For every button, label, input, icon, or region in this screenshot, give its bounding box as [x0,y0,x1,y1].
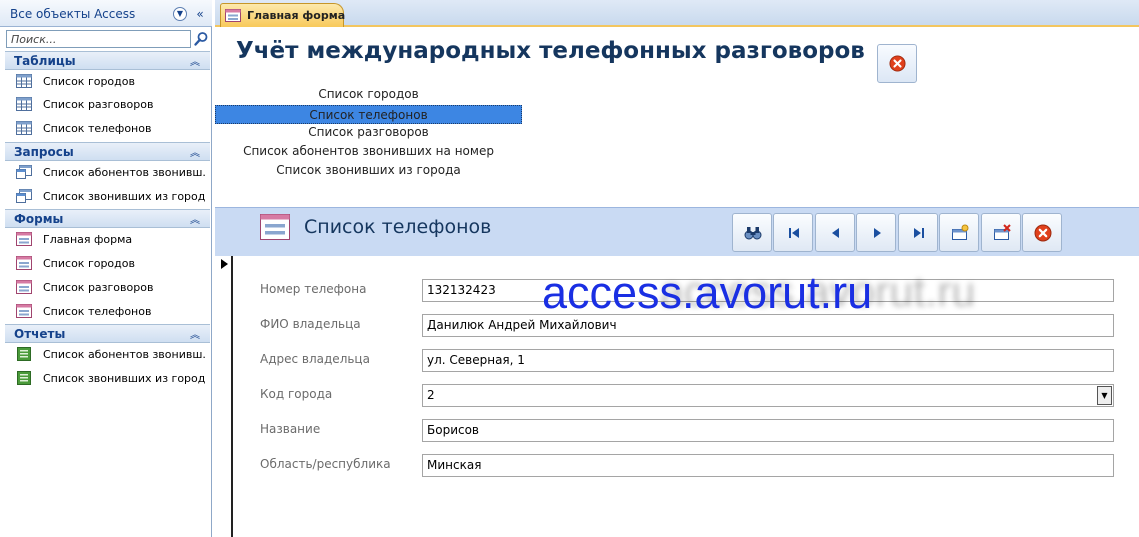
nav-item-table-phones[interactable]: Список телефонов [14,118,210,140]
nav-group-title: Отчеты [14,327,66,341]
close-form-button[interactable] [877,44,917,83]
form-icon [16,232,32,246]
last-record-icon [914,228,924,238]
field-label-address: Адрес владельца [260,352,370,366]
field-label-region: Область/республика [260,457,391,471]
nav-item-form-main[interactable]: Главная форма [14,229,210,251]
nav-item-form-cities[interactable]: Список городов [14,253,210,275]
nav-item-label: Список звонивших из города [43,190,206,203]
city-code-combo[interactable]: 2 ▼ [422,384,1114,407]
list-item[interactable]: Список разговоров [215,123,522,142]
field-label-phone: Номер телефона [260,282,367,296]
nav-group-forms[interactable]: Формы ︽ [5,209,210,228]
document-tab-bar: Главная форма [215,0,1139,27]
nav-title[interactable]: Все объекты Access [10,7,135,21]
chevron-up-icon[interactable]: ︽ [190,326,200,341]
nav-header: Все объекты Access ▼ « [0,0,212,27]
query-icon [16,165,32,179]
first-record-button[interactable] [773,213,813,252]
form-icon [16,280,32,294]
nav-item-table-cities[interactable]: Список городов [14,71,210,93]
nav-item-label: Список разговоров [43,98,154,111]
nav-item-label: Главная форма [43,233,133,246]
nav-item-form-calls[interactable]: Список разговоров [14,277,210,299]
find-button[interactable] [732,213,772,252]
current-record-icon [221,259,228,269]
find-icon [744,227,762,240]
search-icon[interactable] [193,31,209,47]
report-icon [17,371,31,385]
owner-address-field[interactable]: ул. Северная, 1 [422,349,1114,372]
nav-group-title: Таблицы [14,54,76,68]
close-subform-button[interactable] [1022,213,1062,252]
list-item[interactable]: Список городов [215,85,522,104]
last-record-button[interactable] [898,213,938,252]
chevron-circle-down-icon[interactable]: ▼ [173,7,187,21]
first-record-icon [789,228,799,238]
table-icon [16,121,32,135]
nav-item-label: Список абонентов звонивш... [43,166,206,179]
new-record-button[interactable] [939,213,979,252]
chevron-up-icon[interactable]: ︽ [190,53,200,68]
list-item-selected[interactable]: Список телефонов [215,105,522,124]
chevron-down-icon[interactable]: ▼ [1097,386,1112,405]
nav-group-title: Формы [14,212,64,226]
subform-header: Список телефонов [215,207,1139,256]
nav-item-label: Список разговоров [43,281,154,294]
field-label-city-code: Код города [260,387,333,401]
new-record-icon [952,224,969,240]
previous-record-icon [832,228,839,238]
nav-item-label: Список звонивших из города [43,372,206,385]
nav-group-title: Запросы [14,145,74,159]
nav-item-report-callers-city[interactable]: Список звонивших из города [14,368,210,390]
nav-item-query-subscribers[interactable]: Список абонентов звонивш... [14,162,210,184]
field-label-owner: ФИО владельца [260,317,361,331]
form-icon [16,304,32,318]
nav-item-form-phones[interactable]: Список телефонов [14,301,210,323]
work-area: Главная форма Учёт международных телефон… [215,0,1139,537]
tab-main-form[interactable]: Главная форма [220,3,346,27]
nav-item-label: Список городов [43,75,135,88]
previous-record-button[interactable] [815,213,855,252]
delete-record-button[interactable] [981,213,1021,252]
chevron-up-icon[interactable]: ︽ [190,211,200,226]
list-item[interactable]: Список абонентов звонивших на номер [215,142,522,161]
form-icon [16,256,32,270]
nav-group-reports[interactable]: Отчеты ︽ [5,324,210,343]
nav-item-query-callers-city[interactable]: Список звонивших из города [14,186,210,208]
record-selector[interactable] [215,256,233,537]
close-icon [889,55,906,72]
form-icon [260,214,290,240]
nav-item-label: Список абонентов звонивш... [43,348,206,361]
page-title: Учёт международных телефонных разговоров [236,38,865,64]
delete-record-icon [994,224,1011,240]
table-icon [16,74,32,88]
next-record-button[interactable] [856,213,896,252]
tab-label: Главная форма [247,9,346,22]
subform-title: Список телефонов [304,216,492,238]
query-icon [16,189,32,203]
nav-item-label: Список телефонов [43,122,152,135]
list-item[interactable]: Список звонивших из города [215,161,522,180]
watermark: access.avorut.ru [542,267,873,318]
nav-item-table-calls[interactable]: Список разговоров [14,94,210,116]
form-icon [225,9,241,22]
navigation-pane: Все объекты Access ▼ « Таблицы ︽ Список … [0,0,212,537]
double-chevron-left-icon[interactable]: « [193,6,207,22]
region-field[interactable]: Минская [422,454,1114,477]
city-name-field[interactable]: Борисов [422,419,1114,442]
city-code-value: 2 [427,388,435,402]
report-icon [17,347,31,361]
nav-item-label: Список городов [43,257,135,270]
chevron-up-icon[interactable]: ︽ [190,144,200,159]
search-input[interactable] [6,30,191,48]
field-label-city-name: Название [260,422,321,436]
nav-group-queries[interactable]: Запросы ︽ [5,142,210,161]
nav-group-tables[interactable]: Таблицы ︽ [5,51,210,70]
nav-item-report-subscribers[interactable]: Список абонентов звонивш... [14,344,210,366]
table-icon [16,97,32,111]
nav-item-label: Список телефонов [43,305,152,318]
close-icon [1034,224,1052,242]
next-record-icon [874,228,881,238]
